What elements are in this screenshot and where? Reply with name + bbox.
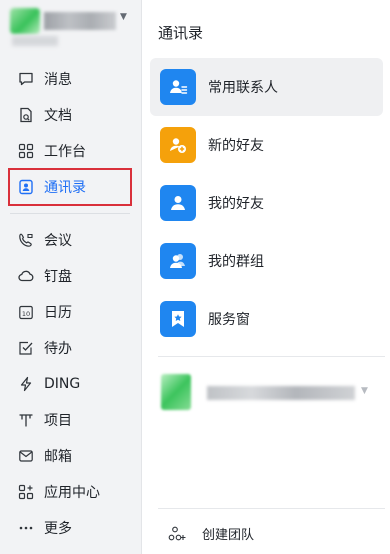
contact-entry-new-friends[interactable]: 新的好友 [150,116,383,174]
my-friends-icon [160,185,196,221]
contact-entry-service-window[interactable]: 服务窗 [150,290,383,348]
contact-entry-label: 我的好友 [208,196,264,212]
sidebar-item-label: 邮箱 [44,449,72,465]
ding-icon [17,375,35,393]
create-team-button[interactable]: 创建团队 [168,524,254,543]
sidebar-item-app-center[interactable]: 应用中心 [10,475,130,509]
sidebar-item-label: 待办 [44,341,72,357]
caret-down-icon[interactable]: ▼ [120,12,127,22]
sidebar-item-mail[interactable]: 邮箱 [10,439,130,473]
account-switcher[interactable]: ▼ [10,6,134,34]
create-team-icon [168,526,186,542]
sidebar-item-label: 更多 [44,521,72,537]
contact-entry-my-groups[interactable]: 我的群组 [150,232,383,290]
meeting-icon [17,231,35,249]
contacts-icon [17,178,35,196]
contact-entry-label: 常用联系人 [208,80,278,96]
svg-text:10: 10 [22,310,30,318]
cloud-drive-icon [17,267,35,285]
document-icon [17,106,35,124]
sidebar-item-label: 项目 [44,413,72,429]
sidebar-item-contacts[interactable]: 通讯录 [8,168,132,206]
section-divider [158,356,385,357]
contact-entry-label: 新的好友 [208,138,264,154]
frequent-contacts-icon [160,69,196,105]
service-window-icon [160,301,196,337]
contacts-panel: 通讯录 常用联系人 新的好友 我的好友 我的群组 服务窗 ▼ 创建团队 [143,0,390,554]
sidebar-item-messages[interactable]: 消息 [10,62,130,96]
create-team-label: 创建团队 [202,528,255,543]
contact-entry-label: 服务窗 [208,312,250,328]
sidebar-item-project[interactable]: 项目 [10,403,130,437]
team-name-redacted[interactable] [207,386,355,400]
sidebar-item-label: 工作台 [44,144,86,160]
sidebar-item-ding[interactable]: DING [10,367,130,401]
sidebar-divider [10,213,130,214]
sidebar: ▼ 消息 文档 工作台 通讯录 会议 钉盘 10 日历 待办 DING 项目 邮… [0,0,142,554]
sidebar-item-label: 文档 [44,108,72,124]
sidebar-item-label: DING [44,376,81,392]
sidebar-item-documents[interactable]: 文档 [10,98,130,132]
sidebar-item-label: 通讯录 [44,180,86,196]
workbench-icon [17,142,35,160]
app-center-icon [17,483,35,501]
sidebar-item-label: 消息 [44,72,72,88]
contact-entry-label: 我的群组 [208,254,264,270]
contact-entry-frequent[interactable]: 常用联系人 [150,58,383,116]
project-icon [17,411,35,429]
sidebar-item-label: 应用中心 [44,485,100,501]
sidebar-item-label: 钉盘 [44,269,72,285]
team-avatar-redacted[interactable] [161,374,191,410]
sidebar-item-meeting[interactable]: 会议 [10,223,130,257]
caret-down-icon[interactable]: ▼ [361,386,368,396]
my-groups-icon [160,243,196,279]
sidebar-item-label: 会议 [44,233,72,249]
sidebar-item-more[interactable]: 更多 [10,511,130,545]
sidebar-item-todo[interactable]: 待办 [10,331,130,365]
sidebar-item-label: 日历 [44,305,72,321]
more-icon [17,519,35,537]
avatar[interactable] [10,8,40,34]
sidebar-item-calendar[interactable]: 10 日历 [10,295,130,329]
new-friend-icon [160,127,196,163]
contact-entry-my-friends[interactable]: 我的好友 [150,174,383,232]
account-subtitle-redacted [12,36,58,46]
mail-icon [17,447,35,465]
calendar-icon: 10 [17,303,35,321]
sidebar-item-workbench[interactable]: 工作台 [10,134,130,168]
section-divider [158,508,385,509]
todo-icon [17,339,35,357]
page-title: 通讯录 [158,24,204,42]
account-name-redacted [44,12,116,30]
sidebar-item-cloud-drive[interactable]: 钉盘 [10,259,130,293]
message-icon [17,70,35,88]
